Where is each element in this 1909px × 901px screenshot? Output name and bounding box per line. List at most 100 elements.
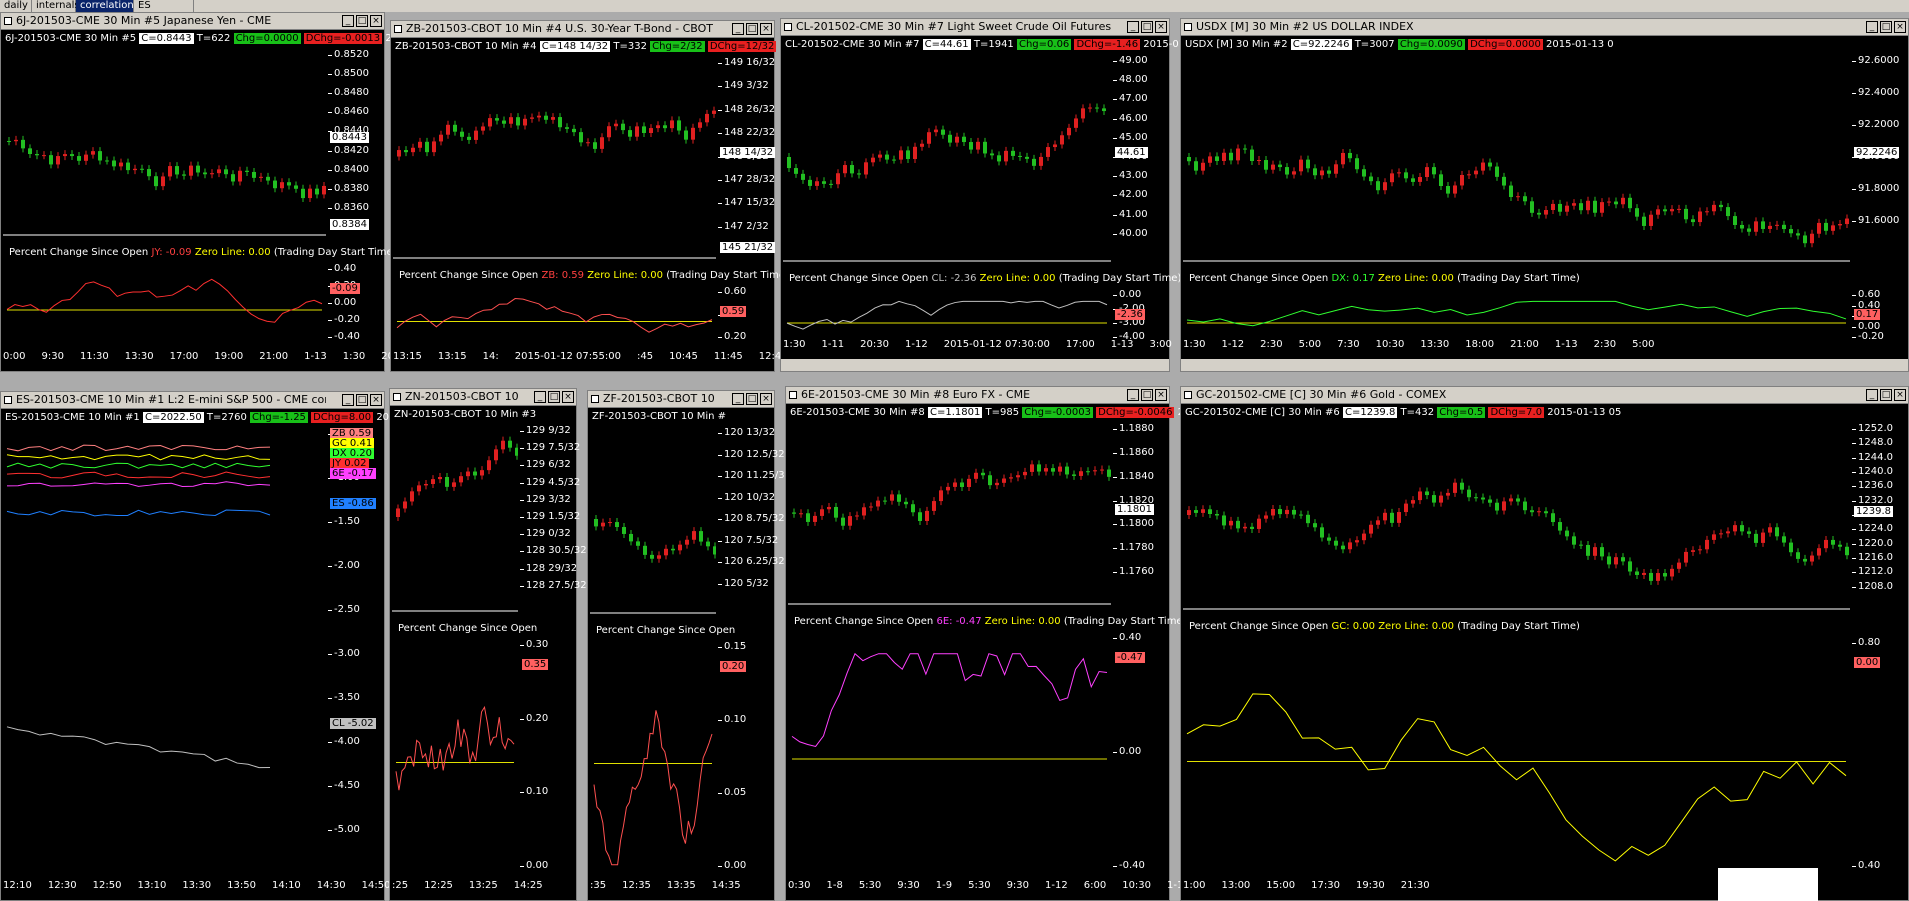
candle <box>1362 169 1366 177</box>
window-titlebar[interactable]: 6J-201503-CME 30 Min #5 Japanese Yen - C… <box>1 13 384 30</box>
restore-button[interactable]: □ <box>746 23 758 35</box>
subpane-value: GC: 0.00 <box>1331 621 1376 632</box>
candle <box>91 151 95 155</box>
subpane-title: Percent Change Since Open <box>596 625 735 636</box>
tab-internals[interactable]: internals <box>32 0 80 12</box>
window-titlebar[interactable]: 6E-201503-CME 30 Min #8 Euro FX - CME _ □ × <box>786 387 1169 404</box>
minimize-button[interactable]: _ <box>342 394 354 406</box>
price-chart[interactable] <box>788 423 1111 880</box>
window-titlebar[interactable]: ZB-201503-CBOT 10 Min #4 U.S. 30-Year T-… <box>391 21 774 38</box>
tab-correlations[interactable]: correlations <box>76 0 139 12</box>
candle <box>1404 503 1408 513</box>
restore-button[interactable]: □ <box>1141 389 1153 401</box>
chart-window-dx[interactable]: USDX [M] 30 Min #2 US DOLLAR INDEX _ □ × USD… <box>1180 18 1909 372</box>
price-chart[interactable] <box>1183 423 1850 880</box>
close-button[interactable]: × <box>370 394 382 406</box>
window-titlebar[interactable]: ZN-201503-CBOT 10 Min #3 _□× <box>390 389 576 406</box>
candle <box>1051 468 1055 472</box>
percent-tick-label: 0.00 <box>1851 320 1881 332</box>
chart-window-eu[interactable]: 6E-201503-CME 30 Min #8 Euro FX - CME _ □ ×… <box>785 386 1223 901</box>
minimize-button[interactable]: _ <box>732 393 744 405</box>
price-chart[interactable] <box>3 428 326 880</box>
restore-button[interactable]: □ <box>548 391 560 403</box>
candle <box>438 477 442 480</box>
minimize-button[interactable]: _ <box>1866 389 1878 401</box>
minimize-button[interactable]: _ <box>534 391 546 403</box>
chart-window-gc[interactable]: GC-201502-CME [C] 30 Min #6 Gold - COMEX… <box>1180 386 1909 901</box>
chart-window-zb[interactable]: ZB-201503-CBOT 10 Min #4 U.S. 30-Year T-… <box>390 20 877 372</box>
candle <box>1509 498 1513 502</box>
chart-window-jy[interactable]: 6J-201503-CME 30 Min #5 Japanese Yen - C… <box>0 12 487 372</box>
candle <box>1348 152 1352 159</box>
close-button[interactable]: × <box>760 23 772 35</box>
horizontal-scrollbar[interactable] <box>781 359 1169 371</box>
minimize-button[interactable]: _ <box>1127 389 1139 401</box>
candle <box>480 470 484 476</box>
tab-es-intraday[interactable]: ES Intraday <box>134 0 194 23</box>
price-chart[interactable] <box>783 55 1111 351</box>
candle <box>678 544 682 551</box>
candle <box>1215 513 1219 516</box>
restore-button[interactable]: □ <box>356 15 368 27</box>
restore-button[interactable]: □ <box>746 393 758 405</box>
time-tick-label: 7:30 <box>1337 339 1360 350</box>
close-button[interactable]: × <box>1894 389 1906 401</box>
candle <box>1334 540 1338 546</box>
price-chart[interactable] <box>3 49 326 351</box>
close-button[interactable]: × <box>370 15 382 27</box>
header-num: #4 <box>521 41 537 52</box>
tab-daily[interactable]: daily <box>0 0 32 12</box>
window-titlebar[interactable]: GC-201502-CME [C] 30 Min #6 Gold - COMEX… <box>1181 387 1908 404</box>
last-price-label: 0.8443 <box>330 131 369 143</box>
chart-window-es[interactable]: ES-201503-CME 10 Min #1 L:2 E-mini S&P 5… <box>0 391 435 901</box>
horizontal-scrollbar[interactable] <box>1181 359 1908 371</box>
chart-window-zf[interactable]: ZF-201503-CBOT 10 Min #_□×ZF-201503-CBOT… <box>587 390 791 901</box>
candle <box>1649 572 1653 581</box>
window-controls: _ □ × <box>1864 389 1906 401</box>
restore-button[interactable]: □ <box>1880 21 1892 33</box>
close-button[interactable]: × <box>1155 21 1167 33</box>
minimize-button[interactable]: _ <box>1866 21 1878 33</box>
close-button[interactable]: × <box>562 391 574 403</box>
time-tick-label: 21:30 <box>1400 880 1430 891</box>
window-titlebar[interactable]: ZF-201503-CBOT 10 Min # _□× <box>588 391 774 408</box>
candle <box>1754 221 1758 232</box>
subpane-title: Percent Change Since Open ZB: 0.59 Zero … <box>399 270 789 281</box>
restore-button[interactable]: □ <box>356 394 368 406</box>
percent-last-label: 0.59 <box>720 306 747 317</box>
candle <box>1404 172 1408 179</box>
window-titlebar[interactable]: CL-201502-CME 30 Min #7 Light Sweet Crud… <box>781 19 1169 36</box>
chart-window-cl[interactable]: CL-201502-CME 30 Min #7 Light Sweet Crud… <box>780 18 1227 372</box>
header-chg: Chg=0.0090 <box>1397 39 1465 50</box>
candle <box>403 501 407 509</box>
minimize-button[interactable]: _ <box>342 15 354 27</box>
candle <box>1467 174 1471 176</box>
candle <box>84 154 88 161</box>
window-titlebar[interactable]: USDX [M] 30 Min #2 US DOLLAR INDEX _ □ × <box>1181 19 1908 36</box>
time-tick-label: 6:00 <box>1083 880 1107 891</box>
restore-button[interactable]: □ <box>1880 389 1892 401</box>
candle <box>1334 164 1338 174</box>
time-tick-label: 13:00 <box>1221 880 1251 891</box>
minimize-button[interactable]: _ <box>732 23 744 35</box>
restore-button[interactable]: □ <box>1141 21 1153 33</box>
chart-window-zn[interactable]: ZN-201503-CBOT 10 Min #3_□×ZN-201503-CBO… <box>389 388 587 901</box>
price-chart[interactable] <box>590 427 716 880</box>
candle <box>1670 568 1674 577</box>
candle <box>1107 469 1111 477</box>
candle <box>273 180 277 189</box>
price-chart[interactable] <box>393 57 716 351</box>
candle <box>607 126 611 138</box>
close-button[interactable]: × <box>1155 389 1167 401</box>
header-dchg: DChg=-0.0013 <box>303 33 383 44</box>
price-tick-label: 92.4000 <box>1851 87 1900 98</box>
zero-line-label: Zero Line: 0.00 <box>194 247 271 258</box>
price-chart[interactable] <box>392 425 518 880</box>
price-chart[interactable] <box>1183 55 1850 351</box>
close-button[interactable]: × <box>760 393 772 405</box>
candle <box>473 471 477 476</box>
candle <box>906 150 910 159</box>
close-button[interactable]: × <box>1894 21 1906 33</box>
minimize-button[interactable]: _ <box>1127 21 1139 33</box>
window-titlebar[interactable]: ES-201503-CME 10 Min #1 L:2 E-mini S&P 5… <box>1 392 384 409</box>
